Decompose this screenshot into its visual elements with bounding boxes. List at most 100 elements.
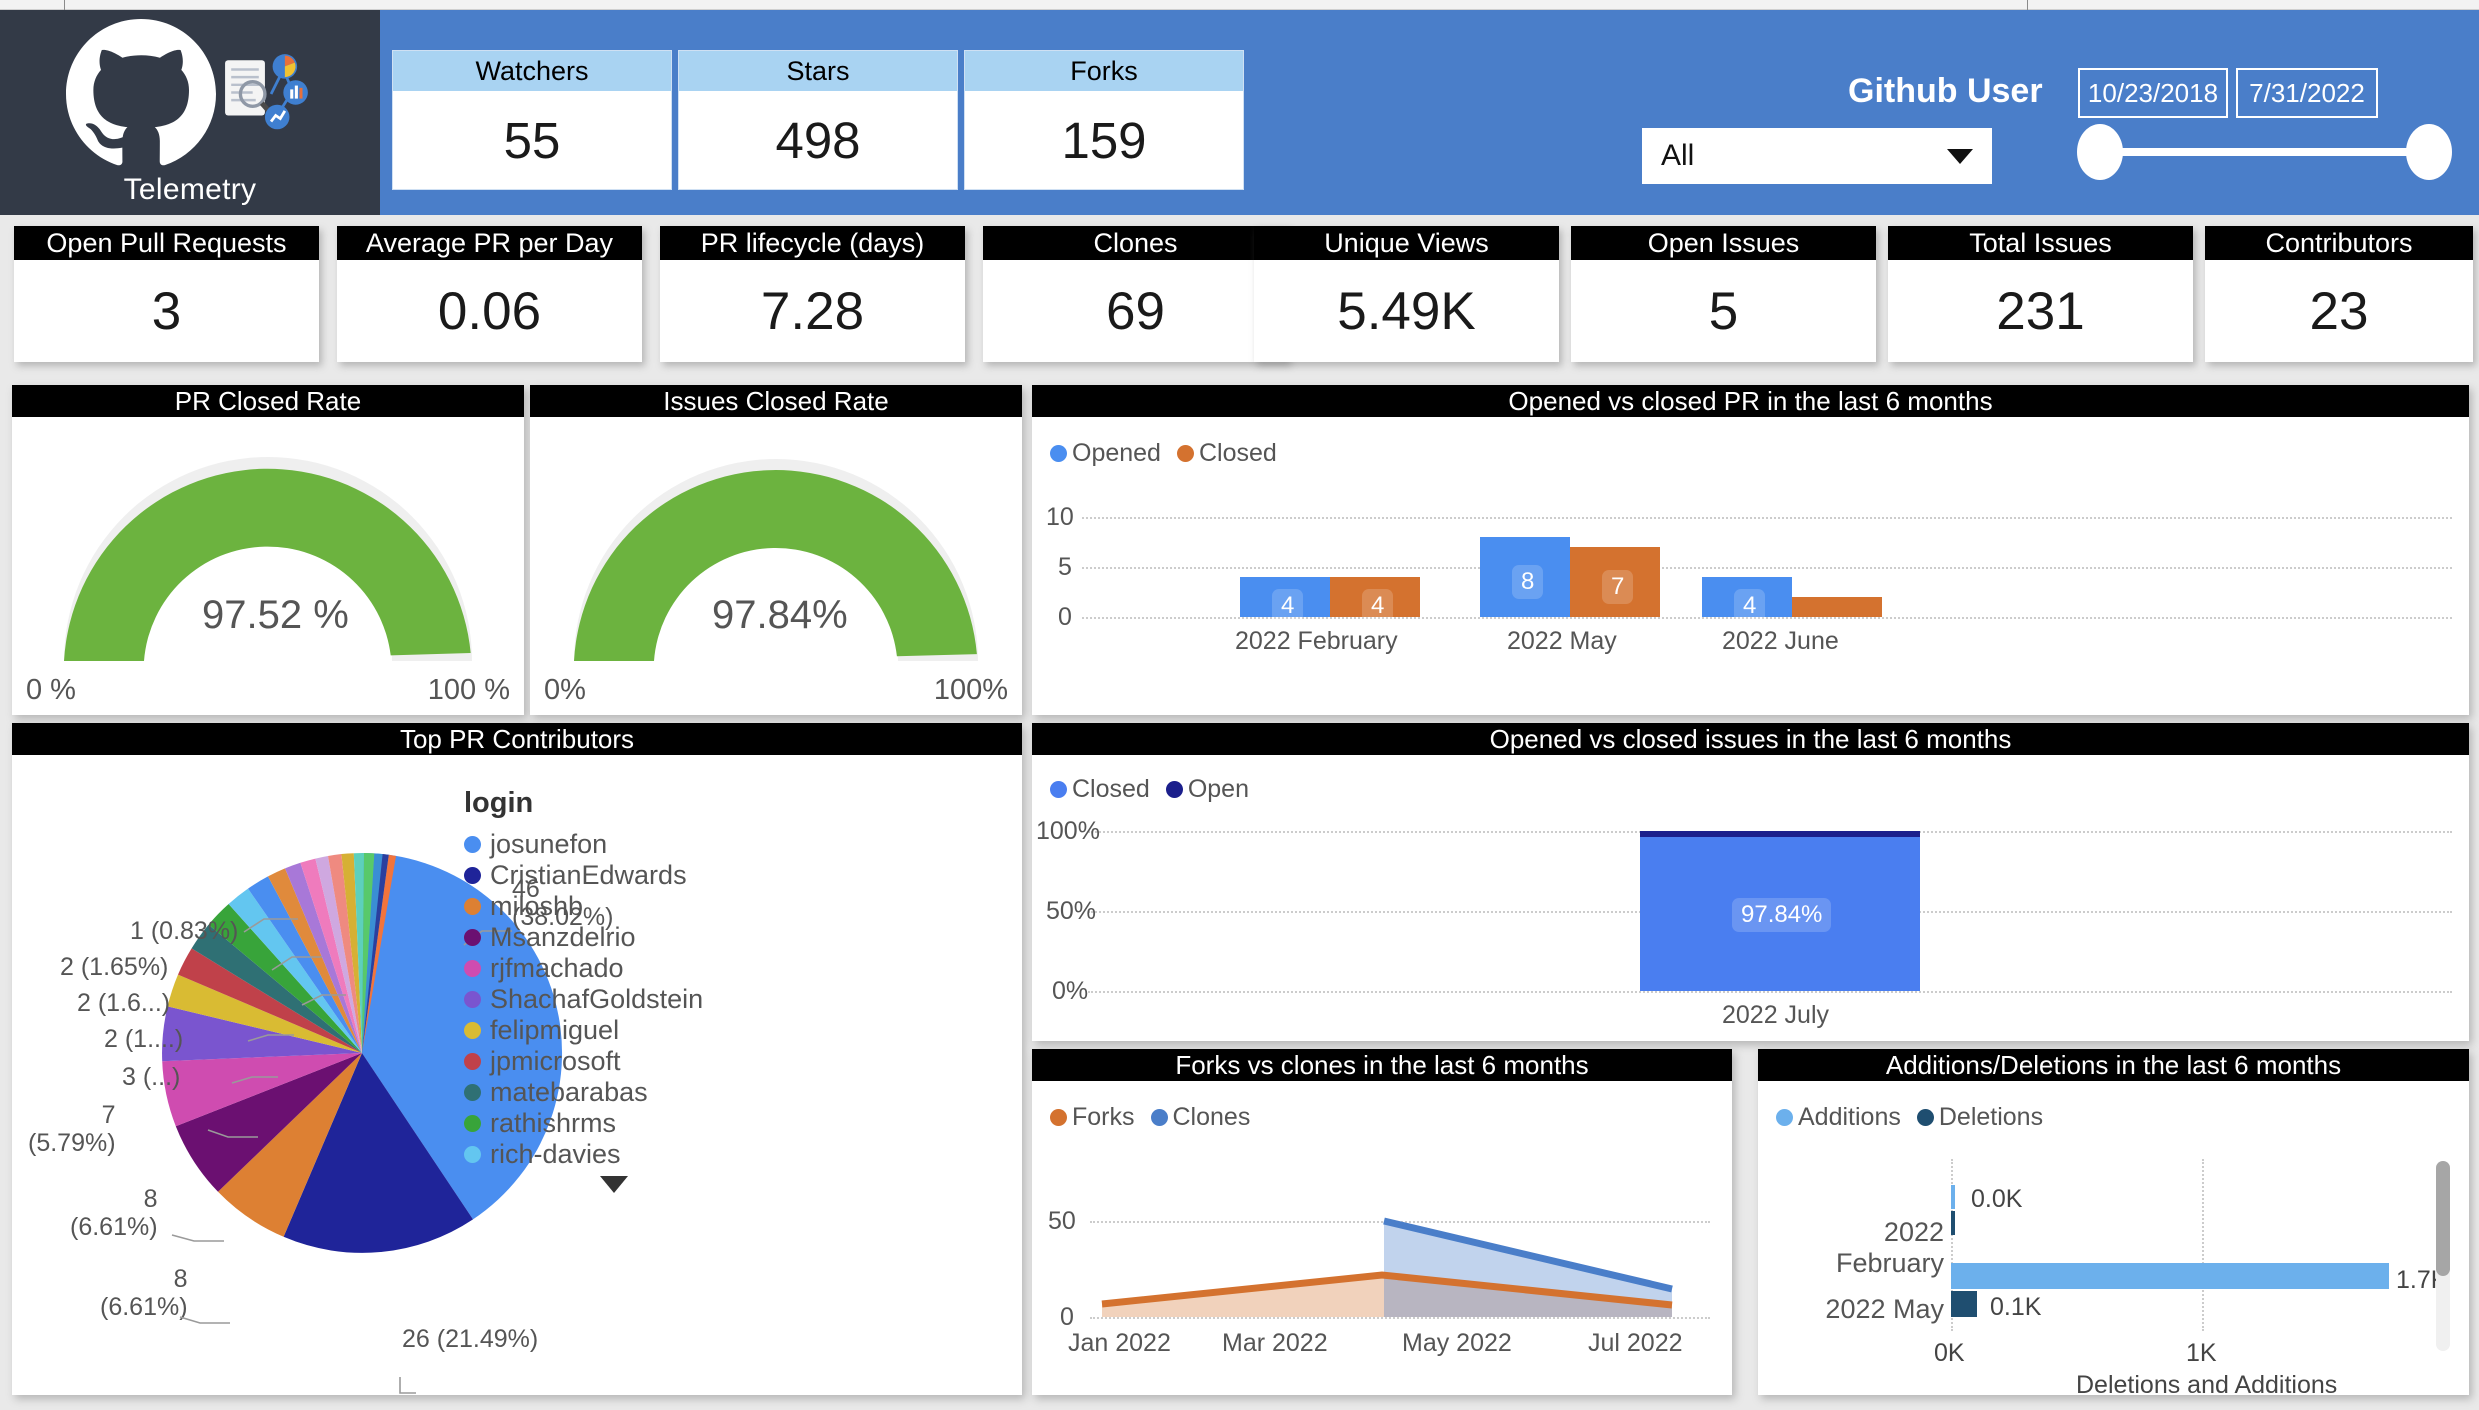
legend-swatch-icon — [1050, 445, 1067, 462]
gauge-min-label: 0% — [544, 674, 586, 706]
legend-swatch-icon — [464, 991, 481, 1008]
chart-scrollbar-thumb[interactable] — [2436, 1161, 2450, 1276]
xtick-2022-february: 2022 February — [1235, 627, 1398, 655]
kpi-card-contributors[interactable]: Contributors 23 — [2205, 226, 2473, 362]
legend-additions-deletions: Additions Deletions — [1776, 1103, 2043, 1132]
legend-item-felipmiguel[interactable]: felipmiguel — [464, 1015, 764, 1046]
chevron-down-icon — [1947, 148, 1973, 164]
metric-card-watchers[interactable]: Watchers 55 — [392, 50, 672, 190]
pie-callout-3: 3 (...) — [122, 1063, 181, 1091]
panel-opened-vs-closed-issues: Opened vs closed issues in the last 6 mo… — [1032, 723, 2469, 1041]
kpi-card-average-pr-per-day[interactable]: Average PR per Day 0.06 — [337, 226, 642, 362]
pie-callout-rjfmachado: 7 (5.79%) — [28, 1101, 116, 1157]
panel-title: Opened vs closed PR in the last 6 months — [1032, 385, 2469, 417]
date-range-slider-handle-left[interactable] — [2077, 124, 2123, 180]
date-range-start[interactable]: 10/23/2018 — [2078, 68, 2228, 118]
xtick-may-2022: May 2022 — [1402, 1329, 1512, 1357]
legend-item-matebarabas[interactable]: matebarabas — [464, 1077, 764, 1108]
kpi-card-unique-views[interactable]: Unique Views 5.49K — [1254, 226, 1559, 362]
legend-swatch-icon — [464, 867, 481, 884]
metric-label: Forks — [965, 51, 1243, 91]
legend-item-jpmicrosoft[interactable]: jpmicrosoft — [464, 1046, 764, 1077]
dashboard-header: Telemetry Watchers 55 Stars 498 Forks 15… — [0, 10, 2479, 215]
bar-closed-2022-june[interactable] — [1792, 597, 1882, 617]
legend-item-rjfmachado[interactable]: rjfmachado — [464, 953, 764, 984]
metric-card-forks[interactable]: Forks 159 — [964, 50, 1244, 190]
legend-label: felipmiguel — [490, 1015, 620, 1045]
document-analytics-icon — [225, 53, 308, 129]
xtick-jan-2022: Jan 2022 — [1068, 1329, 1171, 1357]
bar-label-opened-feb: 4 — [1272, 589, 1304, 623]
dashboard-page: Telemetry Watchers 55 Stars 498 Forks 15… — [0, 0, 2479, 1410]
kpi-card-open-issues[interactable]: Open Issues 5 — [1571, 226, 1876, 362]
metric-card-stars[interactable]: Stars 498 — [678, 50, 958, 190]
bar-label-closed-may: 7 — [1602, 570, 1634, 604]
legend-item-msanzdelrio[interactable]: Msanzdelrio — [464, 922, 764, 953]
gauge-min-label: 0 % — [26, 674, 76, 706]
hbar-deletions-2022-february[interactable] — [1951, 1211, 1955, 1235]
x-axis-title: Deletions and Additions — [2076, 1371, 2338, 1399]
legend-label: Open — [1187, 775, 1249, 803]
bar-label-closed-feb: 4 — [1362, 589, 1394, 623]
legend-item-closed[interactable]: Closed — [1050, 775, 1150, 804]
date-range-end[interactable]: 7/31/2022 — [2236, 68, 2378, 118]
kpi-value: 7.28 — [760, 281, 865, 341]
legend-label: miloshb — [490, 891, 584, 921]
kpi-card-open-pull-requests[interactable]: Open Pull Requests 3 — [14, 226, 319, 362]
gauge-pr-closed-rate: 97.52 % 0 % 100 % — [12, 417, 524, 715]
legend-label: josunefon — [490, 829, 608, 859]
date-range-slider-track[interactable] — [2098, 148, 2428, 156]
date-range-slider-handle-right[interactable] — [2406, 124, 2452, 180]
kpi-label: Clones — [983, 226, 1288, 260]
gauge-max-label: 100 % — [427, 674, 510, 706]
legend-label: jpmicrosoft — [490, 1046, 621, 1076]
ytick-2022-february: 2022 February — [1835, 1217, 1944, 1278]
xtick-1k: 1K — [2186, 1339, 2217, 1367]
kpi-card-clones[interactable]: Clones 69 — [983, 226, 1288, 362]
legend-item-rathishrms[interactable]: rathishrms — [464, 1108, 764, 1139]
gauge-value: 97.84% — [712, 593, 848, 637]
bar-label-opened-june: 4 — [1734, 589, 1766, 623]
kpi-label: Open Pull Requests — [14, 226, 319, 260]
legend-label: Closed — [1072, 775, 1150, 803]
legend-item-deletions[interactable]: Deletions — [1916, 1103, 2043, 1132]
legend-swatch-icon — [1916, 1109, 1934, 1126]
kpi-label: Contributors — [2205, 226, 2473, 260]
legend-item-rich-davies[interactable]: rich-davies — [464, 1139, 764, 1170]
gridline-1k — [2202, 1159, 2204, 1331]
legend-item-closed[interactable]: Closed — [1176, 439, 1277, 468]
legend-item-shachafgoldstein[interactable]: ShachafGoldstein — [464, 984, 764, 1015]
metric-value: 159 — [1061, 111, 1147, 169]
panel-title: Forks vs clones in the last 6 months — [1032, 1049, 1732, 1081]
panel-title: Opened vs closed issues in the last 6 mo… — [1032, 723, 2469, 755]
gridline-5 — [1082, 567, 2452, 569]
kpi-label: Unique Views — [1254, 226, 1559, 260]
hbar-additions-2022-february[interactable] — [1951, 1185, 1955, 1209]
legend-item-josunefon[interactable]: josunefon — [464, 829, 764, 860]
hbar-deletions-2022-may[interactable] — [1951, 1291, 1977, 1317]
legend-item-opened[interactable]: Opened — [1050, 439, 1161, 468]
xtick-0k: 0K — [1934, 1339, 1965, 1367]
panel-forks-vs-clones: Forks vs clones in the last 6 months For… — [1032, 1049, 1732, 1395]
xtick-2022-june: 2022 June — [1722, 627, 1839, 655]
legend-scroll-down-icon[interactable] — [600, 1176, 628, 1193]
legend-swatch-icon — [1176, 445, 1194, 462]
github-user-select[interactable]: All — [1642, 128, 1992, 184]
hbar-additions-2022-may[interactable] — [1951, 1263, 2389, 1289]
legend-opened-vs-closed-issues: Closed Open — [1050, 775, 1249, 804]
legend-item-additions[interactable]: Additions — [1776, 1103, 1901, 1132]
legend-opened-vs-closed-pr: Opened Closed — [1050, 439, 1277, 468]
legend-title: login — [464, 787, 534, 819]
panel-title: Top PR Contributors — [12, 723, 1022, 755]
panel-title: Additions/Deletions in the last 6 months — [1758, 1049, 2469, 1081]
kpi-label: Open Issues — [1571, 226, 1876, 260]
kpi-card-total-issues[interactable]: Total Issues 231 — [1888, 226, 2193, 362]
github-user-label: Github User — [1848, 72, 2043, 110]
legend-item-cristianedwards[interactable]: CristianEdwards — [464, 860, 764, 891]
legend-item-open[interactable]: Open — [1165, 775, 1249, 804]
metric-value: 55 — [503, 111, 561, 169]
legend-label: rich-davies — [490, 1139, 621, 1169]
panel-title: Issues Closed Rate — [530, 385, 1022, 417]
legend-item-miloshb[interactable]: miloshb — [464, 891, 764, 922]
kpi-card-pr-lifecycle[interactable]: PR lifecycle (days) 7.28 — [660, 226, 965, 362]
